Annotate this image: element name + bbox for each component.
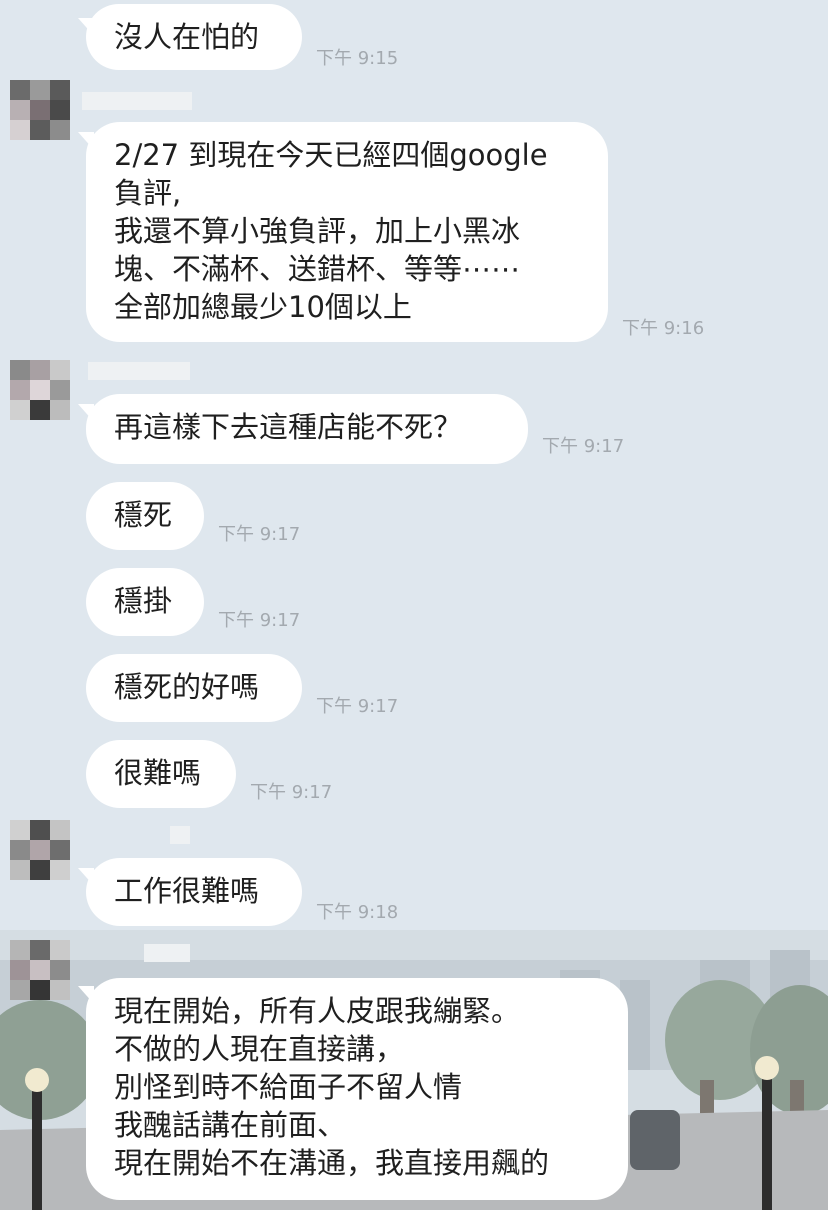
message-bubble[interactable]: 穩掛: [86, 568, 204, 636]
message-bubble[interactable]: 穩死的好嗎: [86, 654, 302, 722]
message-time: 下午 9:18: [316, 902, 399, 923]
message-bubble[interactable]: 很難嗎: [86, 740, 236, 808]
sender-name-blurred: [88, 362, 190, 380]
message-bubble[interactable]: 沒人在怕的: [86, 4, 302, 70]
avatar[interactable]: [10, 360, 70, 420]
message-time: 下午 9:17: [250, 782, 333, 803]
sender-name-blurred: [82, 92, 192, 110]
message-time: 下午 9:17: [218, 610, 301, 631]
message-bubble[interactable]: 現在開始，所有人皮跟我繃緊。 不做的人現在直接講， 別怪到時不給面子不留人情 我…: [86, 978, 628, 1200]
message-time: 下午 9:17: [542, 436, 625, 457]
message-time: 下午 9:17: [218, 524, 301, 545]
avatar[interactable]: [10, 820, 70, 880]
sender-name-blurred: [144, 944, 190, 962]
message-time: 下午 9:15: [316, 48, 399, 69]
avatar[interactable]: [10, 940, 70, 1000]
message-time: 下午 9:16: [622, 318, 705, 339]
message-bubble[interactable]: 再這樣下去這種店能不死？: [86, 394, 528, 464]
message-time: 下午 9:17: [316, 696, 399, 717]
sender-name-blurred: [170, 826, 190, 844]
message-bubble[interactable]: 工作很難嗎: [86, 858, 302, 926]
chat-area[interactable]: 沒人在怕的 下午 9:15 2/27 到現在今天已經四個google 負評, 我…: [0, 0, 828, 1210]
message-bubble[interactable]: 2/27 到現在今天已經四個google 負評, 我還不算小強負評，加上小黑冰 …: [86, 122, 608, 342]
avatar[interactable]: [10, 80, 70, 140]
message-bubble[interactable]: 穩死: [86, 482, 204, 550]
